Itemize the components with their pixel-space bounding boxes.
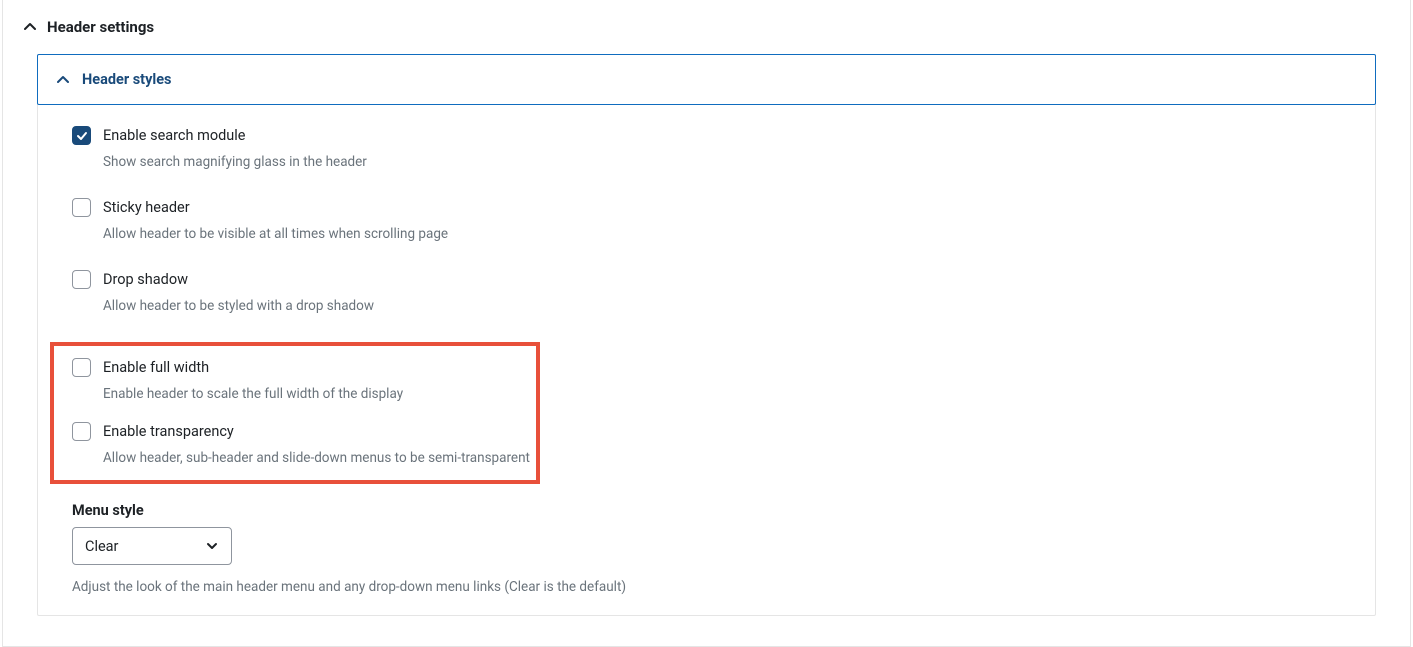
sub-section-title: Header styles [82, 71, 172, 88]
option-description: Allow header to be visible at all times … [103, 226, 1341, 242]
checkbox-drop-shadow[interactable] [72, 270, 91, 289]
chevron-up-icon [56, 73, 70, 87]
chevron-down-icon [205, 539, 219, 553]
menu-style-section: Menu style Clear Adjust the look of the … [72, 502, 1341, 595]
option-description: Show search magnifying glass in the head… [103, 154, 1341, 170]
highlighted-options: Enable full width Enable header to scale… [50, 342, 540, 484]
checkbox-sticky-header[interactable] [72, 198, 91, 217]
option-description: Enable header to scale the full width of… [103, 386, 536, 402]
header-styles-panel: Header styles Enable search module Show … [37, 54, 1376, 616]
header-settings-panel: Header settings Header styles Enable sea… [2, 0, 1411, 647]
sub-section-header[interactable]: Header styles [37, 54, 1376, 105]
menu-style-select[interactable]: Clear [72, 527, 232, 565]
option-label: Sticky header [103, 199, 190, 216]
option-description: Allow header to be styled with a drop sh… [103, 298, 1341, 314]
checkbox-full-width[interactable] [72, 358, 91, 377]
option-label: Enable search module [103, 127, 245, 144]
inner-wrap: Header styles Enable search module Show … [3, 46, 1410, 646]
option-drop-shadow: Drop shadow Allow header to be styled wi… [72, 270, 1341, 314]
options-list: Enable search module Show search magnify… [38, 104, 1375, 615]
checkbox-enable-search[interactable] [72, 126, 91, 145]
menu-style-description: Adjust the look of the main header menu … [72, 579, 1341, 595]
option-label: Drop shadow [103, 271, 188, 288]
option-sticky-header: Sticky header Allow header to be visible… [72, 198, 1341, 242]
menu-style-label: Menu style [72, 502, 1341, 519]
checkbox-transparency[interactable] [72, 422, 91, 441]
menu-style-selected: Clear [85, 538, 118, 555]
option-enable-search: Enable search module Show search magnify… [72, 126, 1341, 170]
option-transparency: Enable transparency Allow header, sub-he… [72, 422, 536, 466]
section-title: Header settings [47, 18, 154, 36]
option-description: Allow header, sub-header and slide-down … [103, 450, 536, 466]
option-label: Enable full width [103, 359, 209, 376]
option-label: Enable transparency [103, 423, 234, 440]
option-full-width: Enable full width Enable header to scale… [72, 358, 536, 402]
section-header[interactable]: Header settings [3, 0, 1410, 46]
chevron-up-icon [23, 20, 37, 34]
